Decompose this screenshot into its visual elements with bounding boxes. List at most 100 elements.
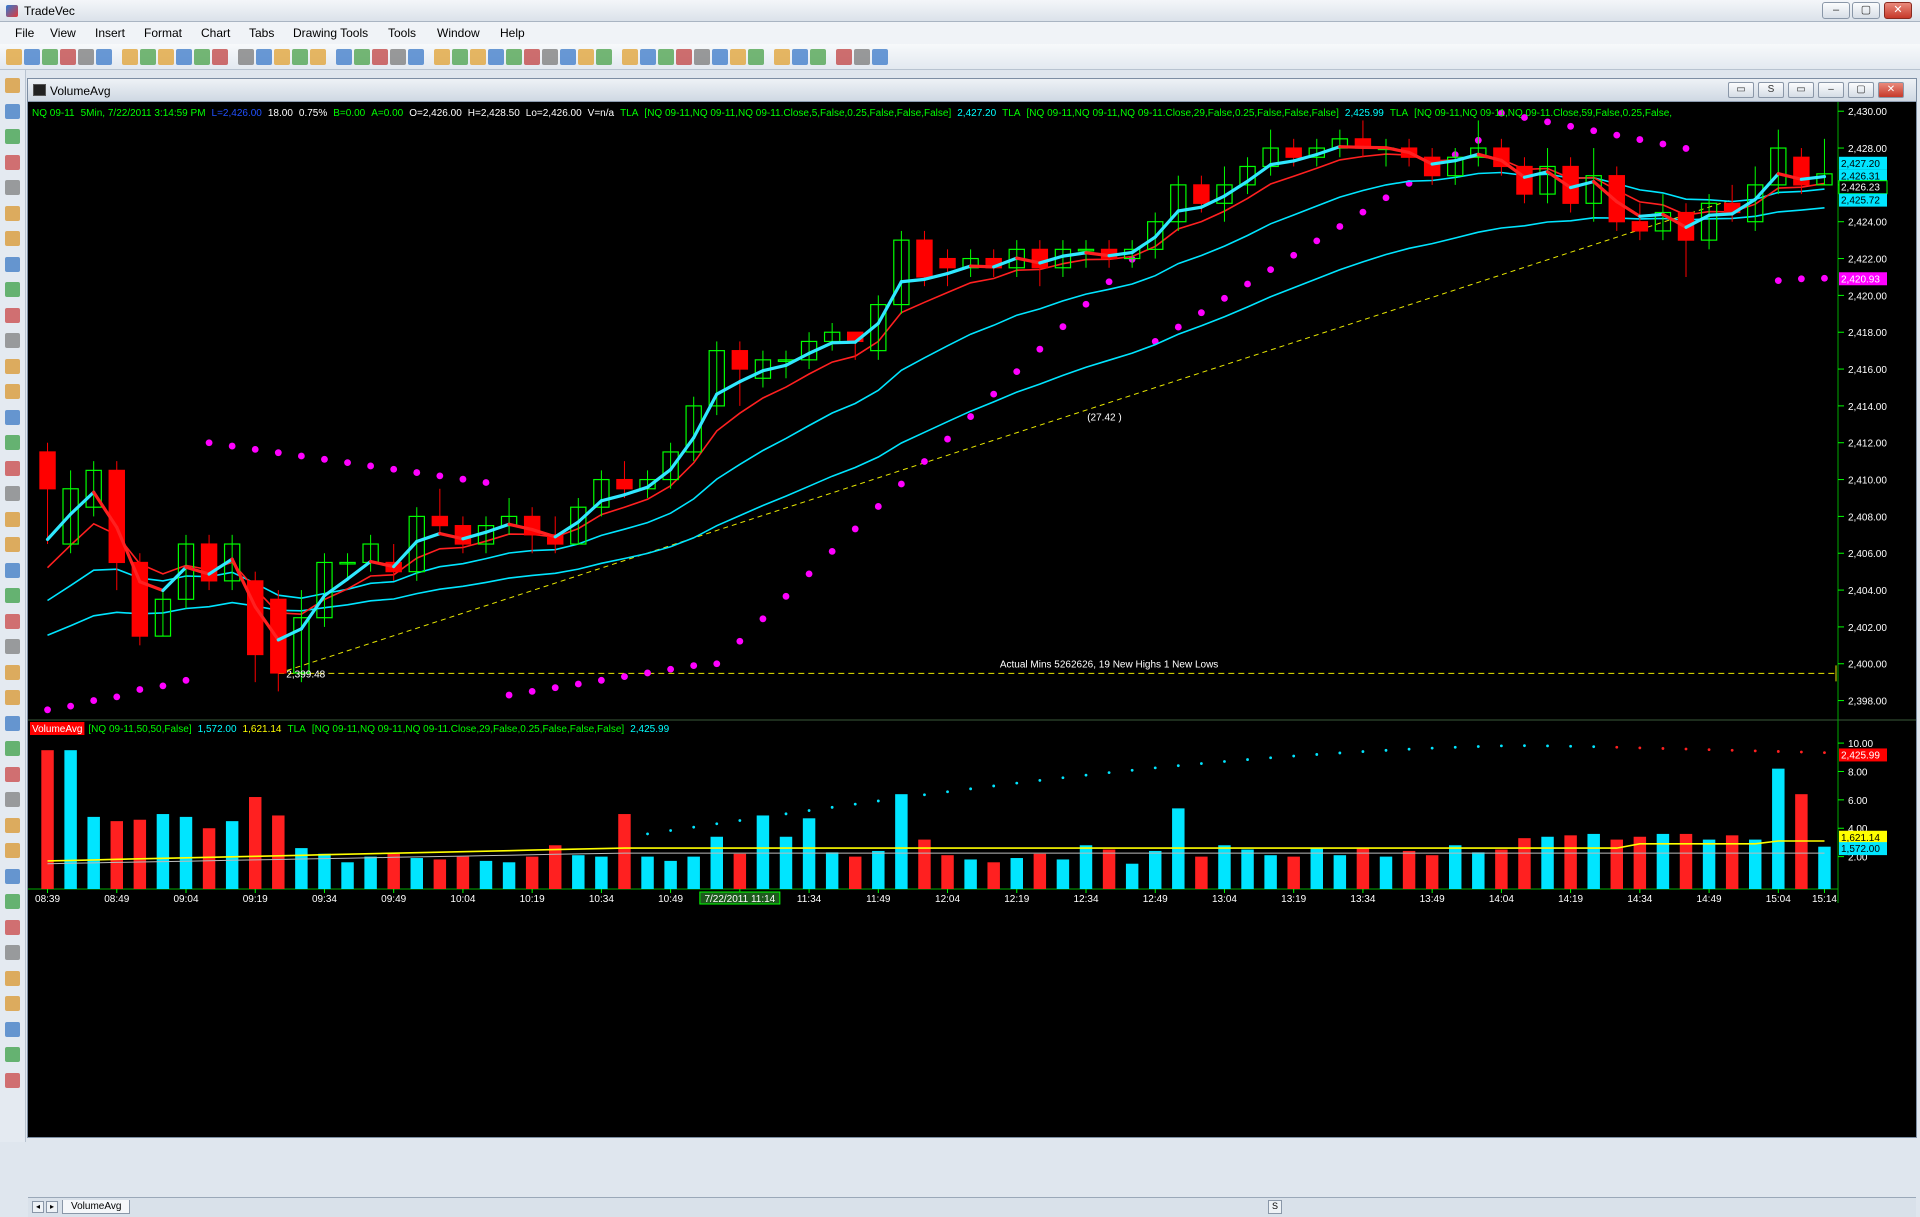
- chart-maximize-button[interactable]: ▢: [1848, 82, 1874, 98]
- drawing-tool-icon[interactable]: [5, 920, 20, 935]
- toolbar-icon[interactable]: [854, 49, 870, 65]
- toolbar-icon[interactable]: [292, 49, 308, 65]
- drawing-tool-icon[interactable]: [5, 282, 20, 297]
- toolbar-icon[interactable]: [578, 49, 594, 65]
- toolbar-icon[interactable]: [372, 49, 388, 65]
- drawing-tool-icon[interactable]: [5, 588, 20, 603]
- menu-window[interactable]: Window: [437, 26, 480, 40]
- drawing-tool-icon[interactable]: [5, 563, 20, 578]
- toolbar-icon[interactable]: [872, 49, 888, 65]
- drawing-tool-icon[interactable]: [5, 155, 20, 170]
- drawing-tool-icon[interactable]: [5, 410, 20, 425]
- drawing-tool-icon[interactable]: [5, 359, 20, 374]
- toolbar-icon[interactable]: [488, 49, 504, 65]
- toolbar-icon[interactable]: [694, 49, 710, 65]
- menu-view[interactable]: View: [50, 26, 76, 40]
- toolbar-icon[interactable]: [274, 49, 290, 65]
- drawing-tool-icon[interactable]: [5, 231, 20, 246]
- drawing-tool-icon[interactable]: [5, 741, 20, 756]
- toolbar-icon[interactable]: [78, 49, 94, 65]
- toolbar-icon[interactable]: [310, 49, 326, 65]
- drawing-tool-icon[interactable]: [5, 333, 20, 348]
- toolbar-icon[interactable]: [774, 49, 790, 65]
- toolbar-icon[interactable]: [354, 49, 370, 65]
- toolbar-icon[interactable]: [560, 49, 576, 65]
- close-button[interactable]: ✕: [1884, 2, 1912, 19]
- toolbar-icon[interactable]: [524, 49, 540, 65]
- drawing-tool-icon[interactable]: [5, 971, 20, 986]
- menu-drawing-tools[interactable]: Drawing Tools: [293, 26, 368, 40]
- toolbar-icon[interactable]: [792, 49, 808, 65]
- drawing-tool-icon[interactable]: [5, 945, 20, 960]
- drawing-tool-icon[interactable]: [5, 1047, 20, 1062]
- drawing-tool-icon[interactable]: [5, 767, 20, 782]
- toolbar-icon[interactable]: [836, 49, 852, 65]
- drawing-tool-icon[interactable]: [5, 537, 20, 552]
- menu-format[interactable]: Format: [144, 26, 182, 40]
- toolbar-icon[interactable]: [96, 49, 112, 65]
- drawing-tool-icon[interactable]: [5, 843, 20, 858]
- menu-chart[interactable]: Chart: [201, 26, 230, 40]
- toolbar-icon[interactable]: [194, 49, 210, 65]
- toolbar-icon[interactable]: [212, 49, 228, 65]
- toolbar-icon[interactable]: [42, 49, 58, 65]
- drawing-tool-icon[interactable]: [5, 690, 20, 705]
- toolbar-icon[interactable]: [622, 49, 638, 65]
- drawing-tool-icon[interactable]: [5, 1073, 20, 1088]
- scroll-handle-icon[interactable]: S: [1268, 1200, 1282, 1214]
- menu-file[interactable]: File: [15, 26, 34, 40]
- drawing-tool-icon[interactable]: [5, 996, 20, 1011]
- toolbar-icon[interactable]: [658, 49, 674, 65]
- drawing-tool-icon[interactable]: [5, 257, 20, 272]
- toolbar-icon[interactable]: [810, 49, 826, 65]
- toolbar-icon[interactable]: [596, 49, 612, 65]
- menu-insert[interactable]: Insert: [95, 26, 125, 40]
- drawing-tool-icon[interactable]: [5, 894, 20, 909]
- chart-option-button-1[interactable]: ▭: [1728, 82, 1754, 98]
- toolbar-icon[interactable]: [452, 49, 468, 65]
- drawing-tool-icon[interactable]: [5, 461, 20, 476]
- toolbar-icon[interactable]: [506, 49, 522, 65]
- drawing-tool-icon[interactable]: [5, 435, 20, 450]
- menu-tabs[interactable]: Tabs: [249, 26, 274, 40]
- toolbar-icon[interactable]: [122, 49, 138, 65]
- toolbar-icon[interactable]: [6, 49, 22, 65]
- drawing-tool-icon[interactable]: [5, 716, 20, 731]
- drawing-tool-icon[interactable]: [5, 384, 20, 399]
- chart-close-button[interactable]: ✕: [1878, 82, 1904, 98]
- chart-option-button-3[interactable]: ▭: [1788, 82, 1814, 98]
- menu-tools[interactable]: Tools: [388, 26, 416, 40]
- drawing-tool-icon[interactable]: [5, 78, 20, 93]
- toolbar-icon[interactable]: [176, 49, 192, 65]
- drawing-tool-icon[interactable]: [5, 869, 20, 884]
- drawing-tool-icon[interactable]: [5, 180, 20, 195]
- toolbar-icon[interactable]: [24, 49, 40, 65]
- drawing-tool-icon[interactable]: [5, 512, 20, 527]
- toolbar-icon[interactable]: [470, 49, 486, 65]
- drawing-tool-icon[interactable]: [5, 614, 20, 629]
- chart-canvas[interactable]: 2,430.002,428.002,426.002,424.002,422.00…: [28, 102, 1916, 1197]
- drawing-tool-icon[interactable]: [5, 308, 20, 323]
- toolbar-icon[interactable]: [434, 49, 450, 65]
- drawing-tool-icon[interactable]: [5, 1022, 20, 1037]
- toolbar-icon[interactable]: [60, 49, 76, 65]
- toolbar-icon[interactable]: [408, 49, 424, 65]
- drawing-tool-icon[interactable]: [5, 486, 20, 501]
- drawing-tool-icon[interactable]: [5, 818, 20, 833]
- chart-minimize-button[interactable]: –: [1818, 82, 1844, 98]
- toolbar-icon[interactable]: [748, 49, 764, 65]
- toolbar-icon[interactable]: [390, 49, 406, 65]
- toolbar-icon[interactable]: [140, 49, 156, 65]
- drawing-tool-icon[interactable]: [5, 639, 20, 654]
- toolbar-icon[interactable]: [712, 49, 728, 65]
- chart-tab-volumeavg[interactable]: VolumeAvg: [62, 1200, 130, 1214]
- toolbar-icon[interactable]: [640, 49, 656, 65]
- drawing-tool-icon[interactable]: [5, 665, 20, 680]
- toolbar-icon[interactable]: [256, 49, 272, 65]
- minimize-button[interactable]: –: [1822, 2, 1850, 19]
- toolbar-icon[interactable]: [158, 49, 174, 65]
- drawing-tool-icon[interactable]: [5, 206, 20, 221]
- toolbar-icon[interactable]: [336, 49, 352, 65]
- drawing-tool-icon[interactable]: [5, 104, 20, 119]
- toolbar-icon[interactable]: [238, 49, 254, 65]
